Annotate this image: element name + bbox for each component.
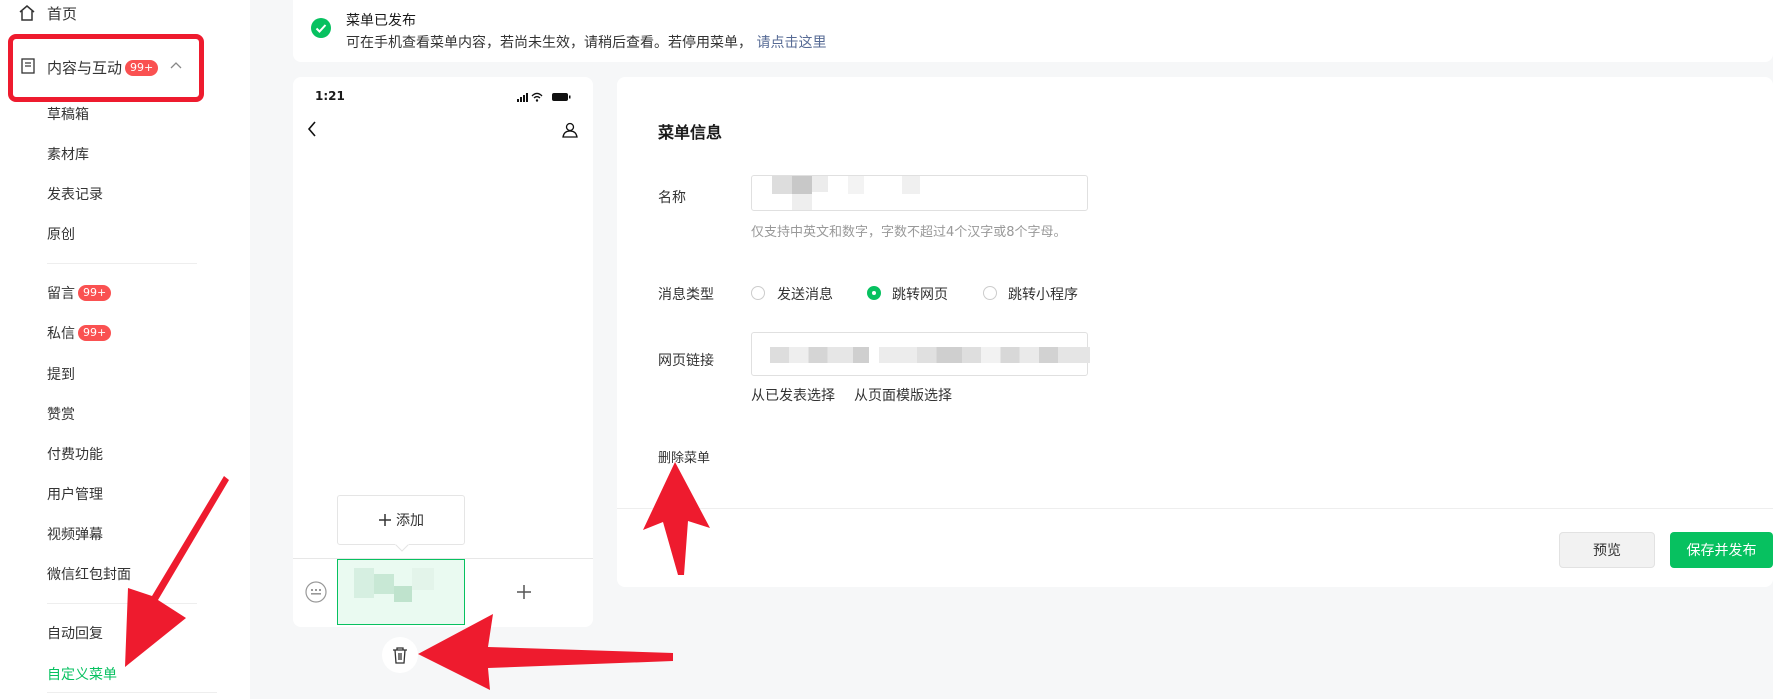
blurred-text	[772, 176, 792, 194]
option-send-message[interactable]: 发送消息	[777, 284, 833, 304]
pick-template-link[interactable]: 从页面模版选择	[854, 385, 952, 405]
sidebar-item-private-messages[interactable]: 私信 99+	[47, 323, 112, 343]
sidebar-item-danmaku[interactable]: 视频弹幕	[47, 524, 103, 544]
sidebar: 首页 内容与互动 99+ 草稿箱 素材库 发表记录 原创 留言 99+ 私信 99+ …	[0, 0, 250, 699]
add-label: 添加	[396, 513, 424, 529]
success-check-icon	[311, 18, 331, 38]
name-hint: 仅支持中英文和数字，字数不超过4个汉字或8个字母。	[751, 225, 1067, 240]
sidebar-item-home[interactable]: 首页	[47, 3, 77, 24]
sidebar-item-label: 私信	[47, 326, 75, 342]
blurred-url	[770, 347, 1090, 363]
annotation-highlight-box	[8, 34, 204, 102]
blurred-text	[902, 176, 920, 194]
sidebar-item-library[interactable]: 素材库	[47, 144, 89, 164]
sidebar-item-mentions[interactable]: 提到	[47, 364, 75, 384]
footer-divider	[617, 508, 1773, 509]
keyboard-icon[interactable]	[305, 581, 327, 603]
sidebar-item-original[interactable]: 原创	[47, 224, 75, 244]
name-input[interactable]	[751, 175, 1088, 211]
msg-type-label: 消息类型	[658, 287, 714, 303]
blurred-label	[394, 586, 412, 602]
notice-desc: 可在手机查看菜单内容，若尚未生效，请稍后查看。若停用菜单， 请点击这里	[346, 32, 826, 52]
delete-menu-link[interactable]: 删除菜单	[658, 447, 710, 466]
save-publish-button[interactable]: 保存并发布	[1670, 532, 1773, 568]
sidebar-item-messages[interactable]: 留言 99+	[47, 283, 112, 303]
phone-preview: 1:21 添加	[293, 77, 593, 627]
preview-button[interactable]: 预览	[1559, 532, 1655, 568]
menu-info-panel: 菜单信息 名称 仅支持中英文和数字，字数不超过4个汉字或8个字母。 消息类型 发…	[617, 77, 1773, 587]
add-menu-plus-icon[interactable]	[516, 584, 532, 600]
sidebar-item-users[interactable]: 用户管理	[47, 484, 103, 504]
sidebar-item-history[interactable]: 发表记录	[47, 184, 103, 204]
sidebar-item-custom-menu[interactable]: 自定义菜单	[47, 664, 117, 684]
unread-badge: 99+	[78, 285, 112, 301]
trash-icon	[393, 647, 407, 664]
popover-caret	[395, 544, 409, 552]
blurred-text	[792, 176, 812, 194]
option-jump-miniprogram[interactable]: 跳转小程序	[1008, 284, 1078, 304]
option-jump-webpage[interactable]: 跳转网页	[892, 284, 948, 304]
plus-icon	[379, 514, 391, 526]
radio-jump-webpage[interactable]	[867, 286, 881, 300]
blurred-label	[374, 574, 394, 594]
radio-jump-miniprogram[interactable]	[983, 286, 997, 300]
sidebar-item-auto-reply[interactable]: 自动回复	[47, 623, 103, 643]
back-arrow-icon[interactable]	[307, 121, 317, 137]
pick-published-link[interactable]: 从已发表选择	[751, 385, 835, 405]
url-label: 网页链接	[658, 353, 714, 369]
notice-text: 可在手机查看菜单内容，若尚未生效，请稍后查看。若停用菜单，	[346, 35, 752, 51]
publish-notice: 菜单已发布 可在手机查看菜单内容，若尚未生效，请稍后查看。若停用菜单， 请点击这…	[293, 0, 1773, 62]
notice-title: 菜单已发布	[346, 13, 416, 29]
divider	[47, 263, 197, 264]
sidebar-item-rewards[interactable]: 赞赏	[47, 404, 75, 424]
section-title: 菜单信息	[658, 123, 723, 142]
unread-badge: 99+	[78, 325, 112, 341]
blurred-text	[792, 194, 812, 210]
radio-send-message[interactable]	[751, 286, 765, 300]
sidebar-item-label: 留言	[47, 286, 75, 302]
sidebar-item-drafts[interactable]: 草稿箱	[47, 104, 89, 124]
url-input[interactable]	[751, 332, 1090, 376]
blurred-label	[354, 568, 374, 598]
add-submenu-button[interactable]: 添加	[337, 495, 465, 545]
menu-item-selected[interactable]	[337, 559, 465, 625]
disable-menu-link[interactable]: 请点击这里	[756, 35, 826, 51]
blurred-label	[412, 568, 434, 590]
user-profile-icon[interactable]	[561, 121, 579, 139]
sidebar-item-paid[interactable]: 付费功能	[47, 444, 103, 464]
divider	[47, 692, 217, 693]
blurred-text	[812, 176, 828, 192]
delete-menu-trash-button[interactable]	[382, 637, 418, 673]
status-time: 1:21	[315, 89, 345, 103]
status-icons	[517, 92, 571, 102]
sidebar-item-redpacket[interactable]: 微信红包封面	[47, 564, 131, 584]
name-label: 名称	[658, 190, 686, 206]
divider	[47, 603, 197, 604]
blurred-text	[848, 176, 864, 194]
home-icon	[19, 5, 35, 21]
